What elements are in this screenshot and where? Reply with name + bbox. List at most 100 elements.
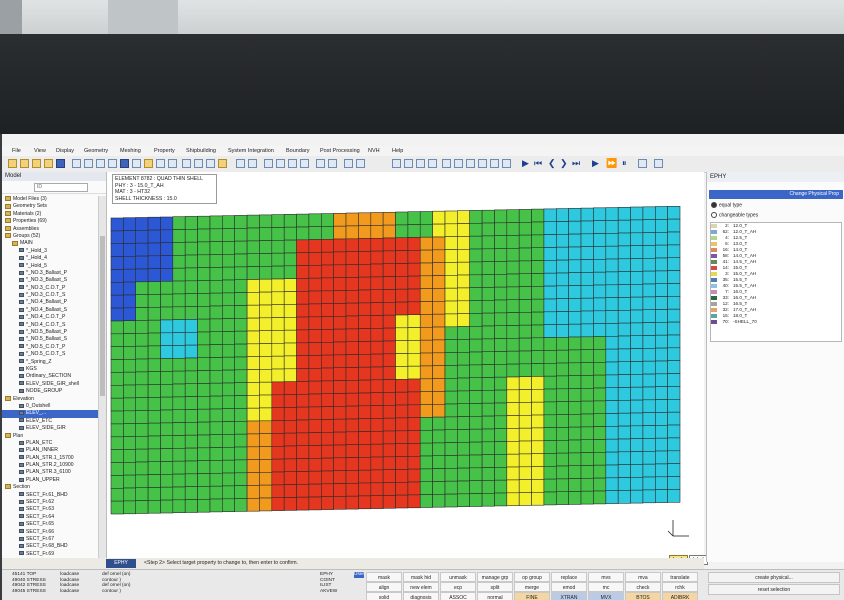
- mesh-element[interactable]: [321, 251, 335, 266]
- mesh-element[interactable]: [432, 493, 446, 508]
- mesh-element[interactable]: [395, 481, 409, 496]
- mesh-element[interactable]: [259, 356, 273, 370]
- mesh-element[interactable]: [419, 275, 433, 290]
- command-button[interactable]: normal: [477, 592, 513, 600]
- mesh-element[interactable]: [370, 469, 384, 484]
- mesh-element[interactable]: [654, 296, 668, 310]
- mesh-element[interactable]: [110, 256, 124, 270]
- mesh-element[interactable]: [333, 367, 347, 381]
- mesh-element[interactable]: [654, 399, 668, 413]
- mesh-element[interactable]: [630, 476, 644, 491]
- mesh-element[interactable]: [246, 446, 260, 460]
- box-6-icon[interactable]: [454, 159, 463, 168]
- mesh-element[interactable]: [110, 462, 124, 476]
- mesh-element[interactable]: [494, 364, 508, 378]
- mesh-element[interactable]: [209, 241, 223, 255]
- mesh-element[interactable]: [432, 429, 446, 444]
- mesh-element[interactable]: [617, 297, 631, 311]
- mesh-element[interactable]: [407, 430, 421, 444]
- mesh-element[interactable]: [630, 361, 644, 375]
- mesh-element[interactable]: [123, 371, 137, 386]
- mesh-element[interactable]: [630, 219, 644, 234]
- mesh-element[interactable]: [209, 215, 223, 230]
- mesh-element[interactable]: [481, 351, 495, 365]
- mesh-element[interactable]: [642, 386, 656, 401]
- mesh-element[interactable]: [593, 426, 607, 440]
- mesh-element[interactable]: [296, 419, 310, 434]
- graphics-viewport[interactable]: ELEMENT 8782 : QUAD THIN SHELL PHY : 3 -…: [107, 172, 708, 565]
- mesh-element[interactable]: [444, 480, 458, 495]
- mesh-element[interactable]: [469, 248, 483, 263]
- mesh-element[interactable]: [568, 491, 582, 505]
- mesh-element[interactable]: [593, 271, 607, 286]
- mesh-element[interactable]: [110, 475, 124, 489]
- mesh-element[interactable]: [469, 364, 483, 379]
- mesh-element[interactable]: [593, 413, 607, 427]
- mesh-element[interactable]: [370, 212, 384, 226]
- mesh-element[interactable]: [246, 240, 260, 255]
- mesh-element[interactable]: [444, 326, 458, 341]
- mesh-element[interactable]: [654, 450, 668, 465]
- mesh-element[interactable]: [135, 487, 149, 501]
- mesh-element[interactable]: [444, 416, 458, 431]
- mesh-element[interactable]: [259, 420, 273, 435]
- mesh-element[interactable]: [283, 342, 297, 357]
- mesh-element[interactable]: [209, 228, 223, 242]
- mesh-element[interactable]: [555, 388, 569, 403]
- mesh-element[interactable]: [506, 440, 520, 455]
- play-icon[interactable]: ▶: [522, 159, 529, 168]
- mesh-element[interactable]: [370, 418, 384, 432]
- mesh-element[interactable]: [172, 293, 186, 308]
- mesh-element[interactable]: [395, 250, 409, 264]
- mesh-element[interactable]: [184, 460, 198, 475]
- mesh-element[interactable]: [222, 446, 236, 461]
- mesh-element[interactable]: [654, 437, 668, 452]
- mesh-element[interactable]: [456, 493, 470, 507]
- mesh-element[interactable]: [184, 293, 198, 307]
- mesh-element[interactable]: [667, 347, 681, 362]
- tree-item[interactable]: Plan: [2, 433, 98, 440]
- mesh-element[interactable]: [630, 374, 644, 388]
- mesh-element[interactable]: [481, 441, 495, 455]
- mesh-element[interactable]: [506, 312, 520, 326]
- mesh-element[interactable]: [246, 395, 260, 409]
- command-button[interactable]: translate: [662, 572, 698, 582]
- mesh-element[interactable]: [481, 325, 495, 340]
- mesh-element[interactable]: [555, 337, 569, 351]
- mesh-element[interactable]: [617, 477, 631, 491]
- mesh-element[interactable]: [209, 357, 223, 371]
- mesh-element[interactable]: [642, 348, 656, 362]
- mesh-element[interactable]: [432, 288, 446, 302]
- mesh-element[interactable]: [234, 382, 248, 396]
- tree-item[interactable]: Elevation: [2, 396, 98, 403]
- mesh-element[interactable]: [246, 317, 260, 332]
- mesh-element[interactable]: [358, 392, 372, 407]
- mesh-element[interactable]: [407, 262, 421, 277]
- mesh-element[interactable]: [444, 378, 458, 392]
- mesh-element[interactable]: [382, 443, 396, 458]
- mesh-element[interactable]: [432, 352, 446, 367]
- mesh-element[interactable]: [605, 207, 619, 221]
- tree-item[interactable]: SECT_Fr.62: [2, 499, 98, 506]
- mesh-element[interactable]: [184, 228, 198, 243]
- zoom-icon[interactable]: [108, 159, 117, 168]
- changeable-types-radio[interactable]: changeable types: [711, 212, 758, 218]
- box-9-icon[interactable]: [490, 159, 499, 168]
- mesh-element[interactable]: [283, 226, 297, 241]
- mesh-element[interactable]: [456, 416, 470, 430]
- mesh-element[interactable]: [444, 429, 458, 443]
- mesh-element[interactable]: [642, 335, 656, 349]
- mesh-element[interactable]: [444, 249, 458, 263]
- mesh-element[interactable]: [667, 257, 681, 271]
- mesh-element[interactable]: [135, 217, 149, 231]
- mesh-element[interactable]: [197, 421, 211, 436]
- command-button[interactable]: rchk: [662, 582, 698, 592]
- mesh-element[interactable]: [234, 421, 248, 435]
- mesh-element[interactable]: [419, 223, 433, 238]
- mesh-element[interactable]: [543, 247, 557, 261]
- mesh-element[interactable]: [494, 441, 508, 455]
- mesh-element[interactable]: [432, 416, 446, 431]
- mesh-element[interactable]: [271, 330, 285, 344]
- command-button[interactable]: align: [366, 582, 402, 592]
- mesh-element[interactable]: [333, 457, 347, 471]
